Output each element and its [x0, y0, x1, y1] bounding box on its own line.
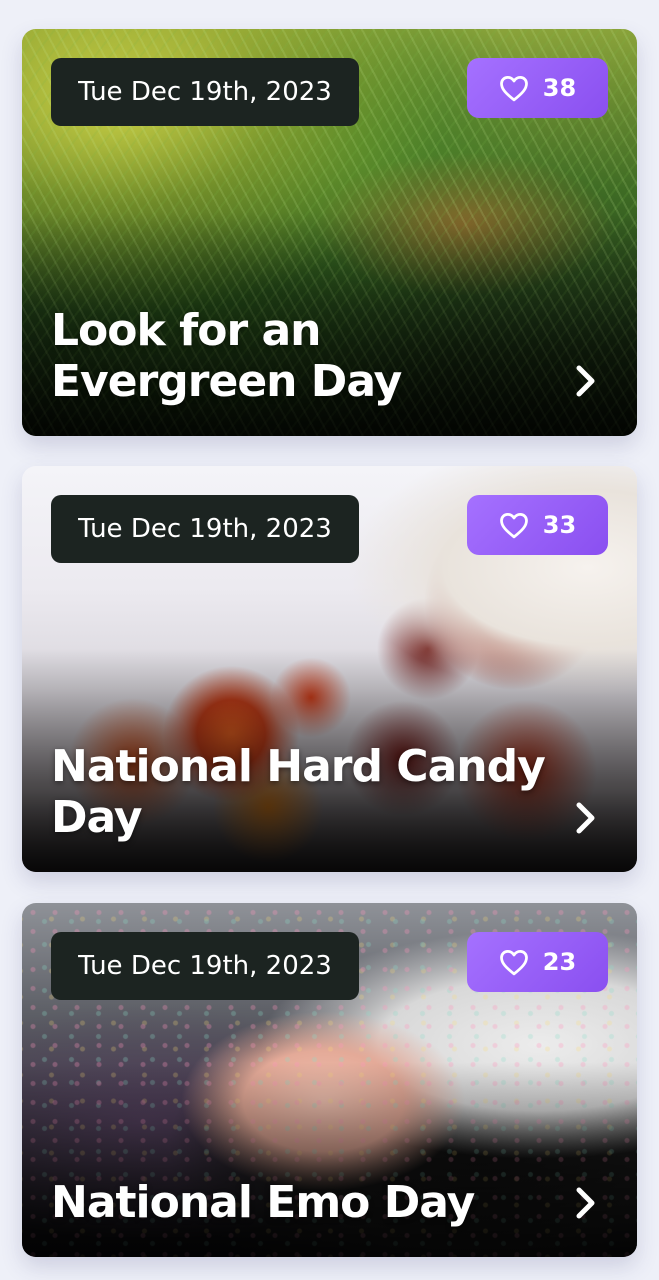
date-badge: Tue Dec 19th, 2023	[51, 932, 359, 1000]
card-title: National Hard Candy Day	[51, 741, 546, 843]
chevron-right-icon[interactable]	[570, 799, 600, 837]
like-count: 38	[542, 74, 577, 102]
like-count: 33	[542, 511, 577, 539]
card-title: Look for an Evergreen Day	[51, 305, 402, 407]
card-title: National Emo Day	[51, 1177, 475, 1228]
like-count: 23	[542, 948, 577, 976]
heart-icon	[499, 511, 529, 539]
chevron-right-icon[interactable]	[570, 362, 600, 400]
holiday-card[interactable]: Tue Dec 19th, 2023 33 National Hard Cand…	[22, 466, 637, 872]
holiday-card[interactable]: Tue Dec 19th, 2023 23 National Emo Day	[22, 903, 637, 1257]
like-button[interactable]: 33	[467, 495, 608, 555]
holiday-card[interactable]: Tue Dec 19th, 2023 38 Look for an Evergr…	[22, 29, 637, 436]
chevron-right-icon[interactable]	[570, 1184, 600, 1222]
heart-icon	[499, 948, 529, 976]
date-badge: Tue Dec 19th, 2023	[51, 495, 359, 563]
like-button[interactable]: 23	[467, 932, 608, 992]
date-badge: Tue Dec 19th, 2023	[51, 58, 359, 126]
heart-icon	[499, 74, 529, 102]
like-button[interactable]: 38	[467, 58, 608, 118]
